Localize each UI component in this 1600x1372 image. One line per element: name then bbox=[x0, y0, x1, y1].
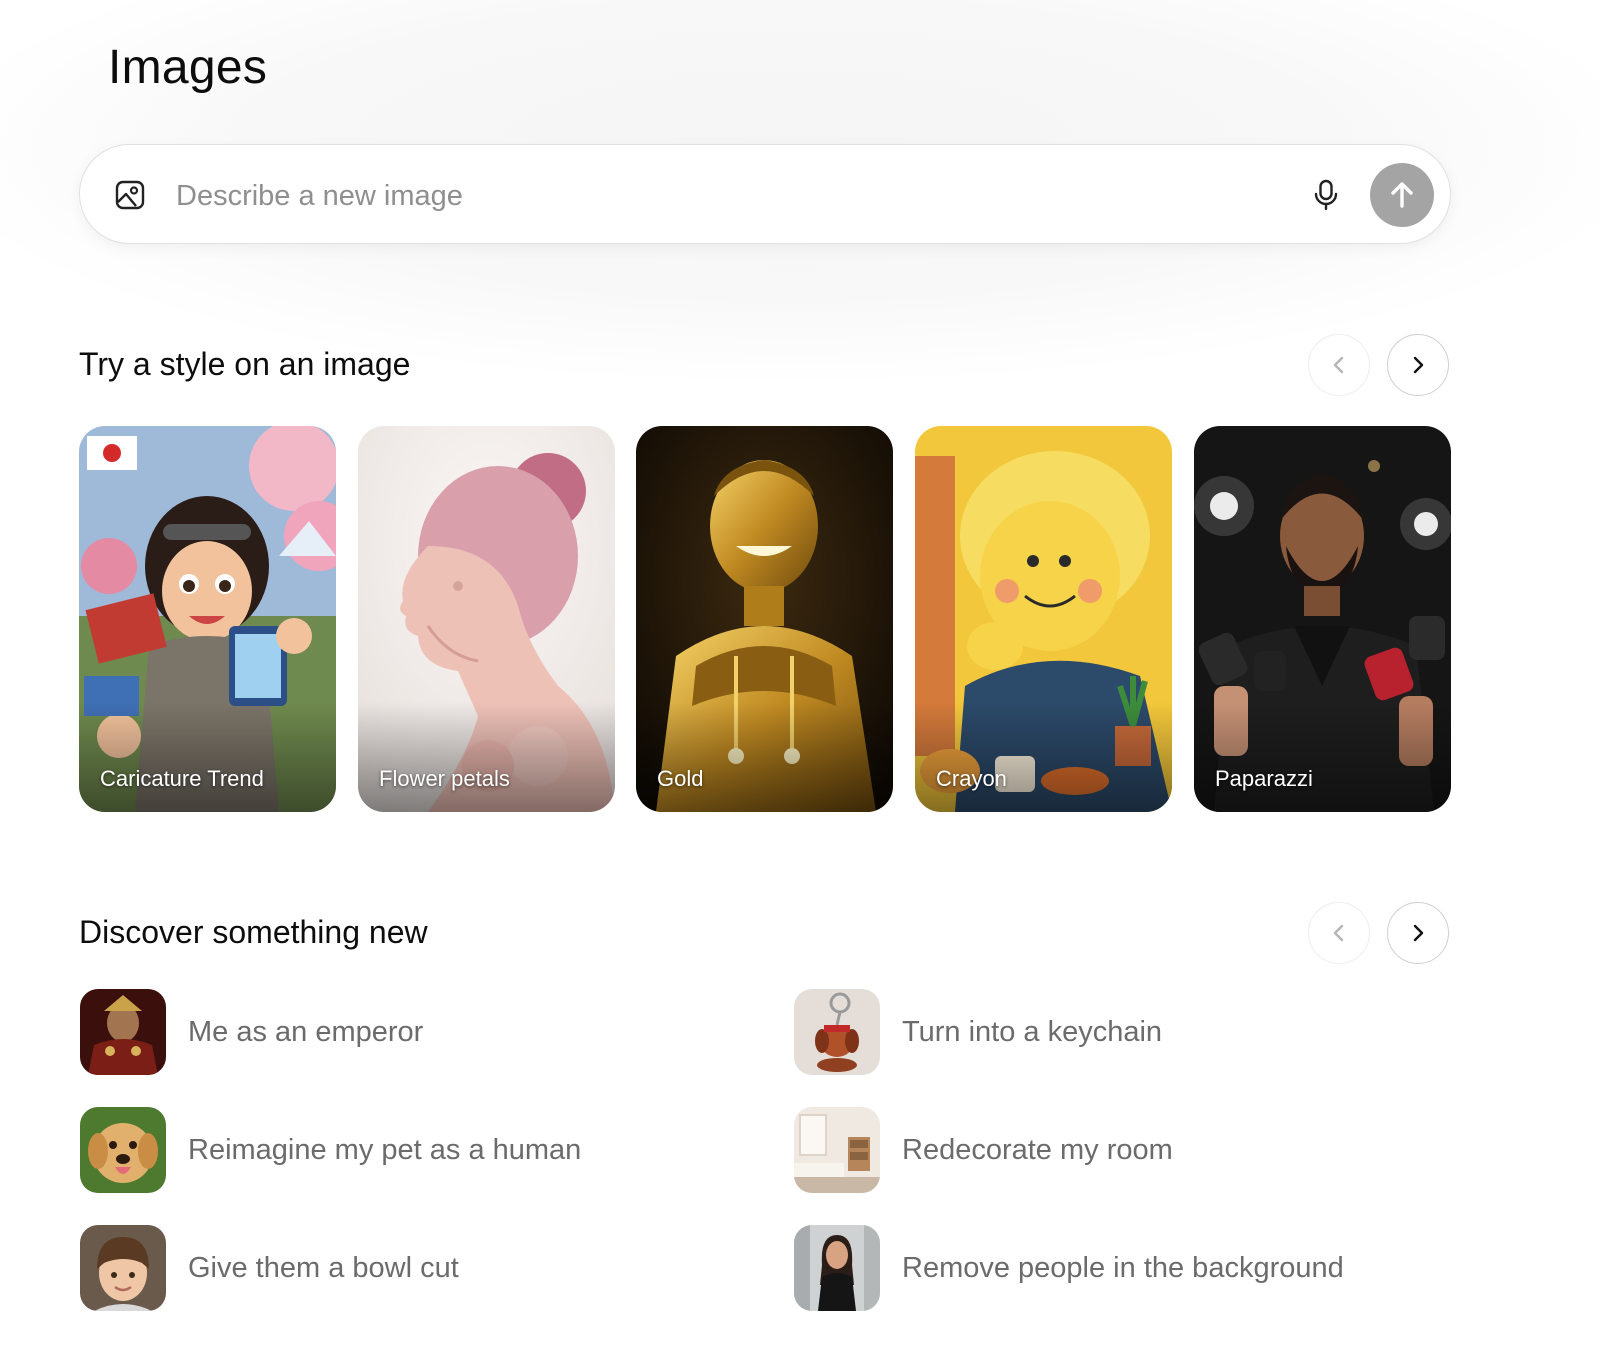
prompt-composer bbox=[79, 144, 1451, 244]
suggestion-bowl-cut[interactable]: Give them a bowl cut bbox=[80, 1225, 459, 1311]
discover-prev-button[interactable] bbox=[1308, 902, 1370, 964]
discover-next-button[interactable] bbox=[1387, 902, 1449, 964]
style-card-gold[interactable]: Gold bbox=[636, 426, 893, 812]
suggestion-label: Give them a bowl cut bbox=[188, 1251, 459, 1284]
prompt-input[interactable] bbox=[174, 171, 1278, 221]
styles-section-title: Try a style on an image bbox=[79, 346, 411, 382]
microphone-icon[interactable] bbox=[1308, 177, 1344, 213]
send-button[interactable] bbox=[1370, 163, 1434, 227]
style-cards-carousel: Caricature Trend Flower petals Gold Cray… bbox=[79, 426, 1451, 812]
suggestion-label: Remove people in the background bbox=[902, 1251, 1344, 1284]
page-title: Images bbox=[108, 41, 268, 94]
arrow-up-icon bbox=[1391, 182, 1413, 208]
styles-prev-button[interactable] bbox=[1308, 334, 1370, 396]
style-card-label: Flower petals bbox=[379, 766, 510, 791]
chevron-left-icon bbox=[1333, 356, 1344, 374]
keychain-thumbnail bbox=[794, 989, 880, 1075]
boy-thumbnail bbox=[80, 1225, 166, 1311]
image-upload-icon[interactable] bbox=[114, 179, 146, 211]
chevron-right-icon bbox=[1413, 356, 1424, 374]
suggestion-label: Reimagine my pet as a human bbox=[188, 1133, 582, 1166]
emperor-thumbnail bbox=[80, 989, 166, 1075]
styles-next-button[interactable] bbox=[1387, 334, 1449, 396]
suggestion-emperor[interactable]: Me as an emperor bbox=[80, 989, 423, 1075]
room-thumbnail bbox=[794, 1107, 880, 1193]
style-card-crayon[interactable]: Crayon bbox=[915, 426, 1172, 812]
discover-section-title: Discover something new bbox=[79, 914, 428, 950]
suggestion-label: Turn into a keychain bbox=[902, 1015, 1163, 1048]
woman-thumbnail bbox=[794, 1225, 880, 1311]
suggestion-label: Me as an emperor bbox=[188, 1015, 424, 1048]
suggestion-pet-as-human[interactable]: Reimagine my pet as a human bbox=[80, 1107, 581, 1193]
suggestion-redecorate-room[interactable]: Redecorate my room bbox=[794, 1107, 1173, 1193]
suggestion-keychain[interactable]: Turn into a keychain bbox=[794, 989, 1162, 1075]
style-card-label: Paparazzi bbox=[1215, 766, 1313, 791]
style-card-flower-petals[interactable]: Flower petals bbox=[358, 426, 615, 812]
suggestion-label: Redecorate my room bbox=[902, 1133, 1173, 1166]
style-card-paparazzi[interactable]: Paparazzi bbox=[1194, 426, 1451, 812]
style-card-label: Gold bbox=[657, 766, 704, 791]
chevron-right-icon bbox=[1413, 924, 1424, 942]
suggestion-remove-background-people[interactable]: Remove people in the background bbox=[794, 1225, 1344, 1311]
style-card-label: Crayon bbox=[936, 766, 1007, 791]
style-card-label: Caricature Trend bbox=[100, 766, 264, 791]
chevron-left-icon bbox=[1333, 924, 1344, 942]
dog-thumbnail bbox=[80, 1107, 166, 1193]
style-card-caricature[interactable]: Caricature Trend bbox=[79, 426, 336, 812]
